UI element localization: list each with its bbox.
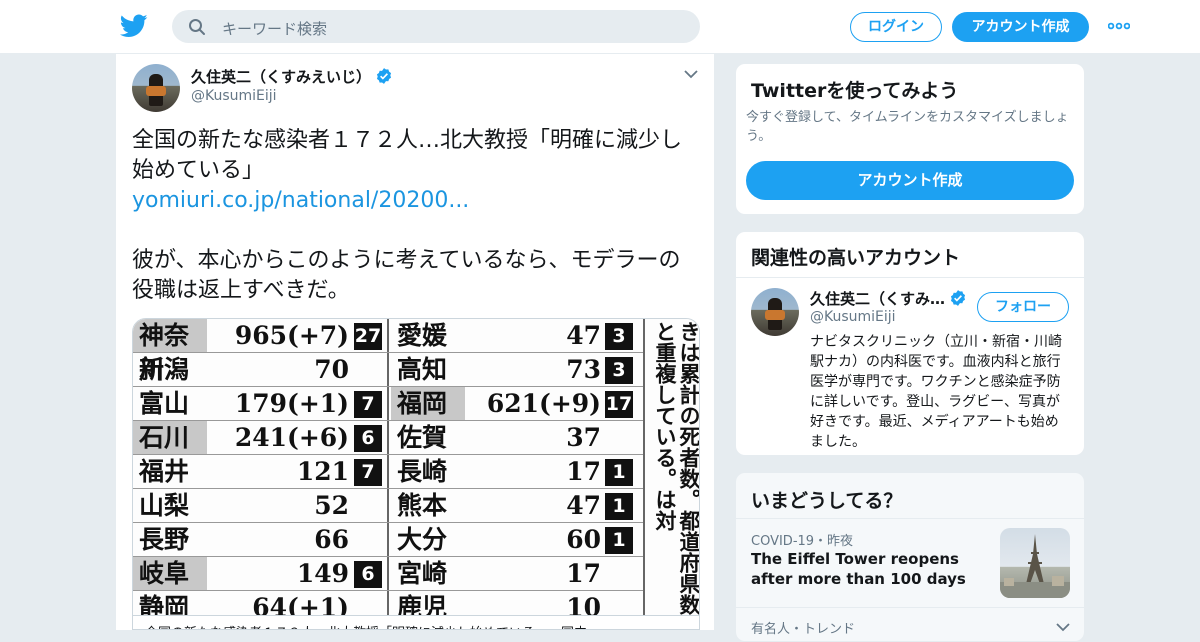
tweet-author[interactable]: 久住英二（くすみえいじ） bbox=[191, 66, 393, 87]
death-count-badge: 17 bbox=[605, 391, 633, 418]
prefecture-name: 岐阜 bbox=[133, 557, 207, 591]
prefecture-name: 神奈川 bbox=[133, 319, 207, 384]
prefecture-name: 福井 bbox=[139, 457, 190, 486]
tweet-line-2: 彼が、本心からこのように考えているなら、モデラーの役職は返上すべきだ。 bbox=[132, 248, 681, 303]
death-count-badge: 1 bbox=[605, 527, 633, 554]
tweet-media-card[interactable]: きは累計の死者数。都道府県数と重複している。は対 神奈川 965(+7) 27 愛媛 4… bbox=[132, 318, 700, 630]
trend-thumbnail[interactable] bbox=[1000, 528, 1070, 598]
case-count: 70 bbox=[314, 355, 349, 384]
verified-badge-icon bbox=[376, 68, 392, 84]
case-count: 37 bbox=[566, 423, 601, 452]
death-count-badge: 7 bbox=[354, 391, 382, 418]
tweet-link[interactable]: yomiuri.co.jp/national/20200... bbox=[132, 186, 702, 216]
death-count-badge: 3 bbox=[605, 323, 633, 350]
table-side-note: きは累計の死者数。都道府県数と重複している。は対 bbox=[653, 321, 700, 615]
search-placeholder: キーワード検索 bbox=[222, 20, 328, 38]
prefecture-name: 佐賀 bbox=[397, 423, 448, 452]
prefecture-name: 新潟 bbox=[139, 355, 190, 384]
table-row: 福井 121 7 長崎 17 1 bbox=[133, 455, 643, 489]
case-count: 60 bbox=[566, 525, 601, 554]
related-accounts-card: 関連性の高いアカウント 久住英二（くすみ… @KusumiEiji フォロー ナ… bbox=[735, 231, 1085, 456]
avatar[interactable] bbox=[132, 64, 180, 112]
prefecture-name: 長野 bbox=[139, 525, 190, 554]
case-count: 121 bbox=[296, 457, 349, 486]
tweet-author-name: 久住英二（くすみえいじ） bbox=[191, 68, 372, 86]
prefecture-name: 福岡 bbox=[391, 387, 465, 421]
death-count-badge: 1 bbox=[605, 493, 633, 520]
twitter-logo-icon[interactable] bbox=[120, 14, 148, 38]
tweet-line-1: 全国の新たな感染者１７２人…北大教授「明確に減少し始めている」 bbox=[132, 128, 683, 183]
signup-card: Twitterを使ってみよう 今すぐ登録して、タイムラインをカスタマイズしましょ… bbox=[735, 63, 1085, 215]
verified-badge-icon bbox=[950, 290, 966, 306]
avatar[interactable] bbox=[751, 288, 799, 336]
case-count: 52 bbox=[314, 491, 349, 520]
table-row: 石川 241(+6) 6 佐賀 37 bbox=[133, 421, 643, 455]
prefecture-name: 長崎 bbox=[397, 457, 448, 486]
divider bbox=[736, 277, 1084, 278]
table-row: 山梨 52 熊本 47 1 bbox=[133, 489, 643, 523]
table-row: 岐阜 149 6 宮崎 17 bbox=[133, 557, 643, 591]
search-input[interactable]: キーワード検索 bbox=[172, 10, 700, 43]
more-options-icon[interactable] bbox=[1108, 20, 1130, 32]
table-row: 富山 179(+1) 7 福岡 621(+9) 17 bbox=[133, 387, 643, 421]
prefecture-name: 宮崎 bbox=[397, 559, 448, 588]
chevron-down-icon[interactable] bbox=[684, 69, 698, 79]
prefecture-name: 愛媛 bbox=[397, 321, 448, 350]
case-count: 17 bbox=[566, 457, 601, 486]
table-row: 新潟 70 高知 73 3 bbox=[133, 353, 643, 387]
trend-meta: 有名人・トレンド bbox=[751, 622, 856, 637]
death-count-badge: 6 bbox=[354, 425, 382, 452]
case-count: 179(+1) bbox=[234, 389, 349, 418]
related-account-handle[interactable]: @KusumiEiji bbox=[810, 309, 896, 325]
chevron-down-icon[interactable] bbox=[1056, 622, 1070, 632]
signup-card-title: Twitterを使ってみよう bbox=[751, 80, 959, 102]
divider bbox=[736, 518, 1084, 519]
related-card-title: 関連性の高いアカウント bbox=[751, 247, 961, 269]
trends-card: いまどうしてる？ COVID-19・昨夜 The Eiffel Tower re… bbox=[735, 472, 1085, 642]
prefecture-name: 石川 bbox=[133, 421, 207, 455]
signup-card-subtitle: 今すぐ登録して、タイムラインをカスタマイズしましょう。 bbox=[746, 110, 1069, 144]
prefecture-name: 高知 bbox=[397, 355, 448, 384]
death-count-badge: 3 bbox=[605, 357, 633, 384]
tweet-author-handle[interactable]: @KusumiEiji bbox=[191, 88, 277, 104]
related-account-bio: ナビタスクリニック（立川・新宿・川崎駅ナカ）の内科医です。血液内科と旅行医学が専… bbox=[810, 334, 1062, 450]
related-account-name-text: 久住英二（くすみ… bbox=[810, 290, 946, 308]
case-count: 149 bbox=[296, 559, 349, 588]
follow-button[interactable]: フォロー bbox=[977, 292, 1069, 322]
death-count-badge: 1 bbox=[605, 459, 633, 486]
trend-title[interactable]: The Eiffel Tower reopens after more than… bbox=[751, 549, 996, 589]
search-icon bbox=[189, 19, 205, 35]
case-count: 73 bbox=[566, 355, 601, 384]
case-count: 47 bbox=[566, 321, 601, 350]
table-row: 神奈川 965(+7) 27 愛媛 47 3 bbox=[133, 319, 643, 384]
media-caption: 全国の新たな感染者１７２人…北大教授「明確に減少し始めている」 - 国内 bbox=[133, 615, 699, 629]
table-divider bbox=[643, 319, 645, 615]
tweet-card: 久住英二（くすみえいじ） @KusumiEiji 全国の新たな感染者１７２人…北… bbox=[115, 54, 715, 630]
eiffel-tower-icon bbox=[1000, 534, 1070, 598]
prefecture-name: 熊本 bbox=[397, 491, 448, 520]
top-bar: キーワード検索 ログイン アカウント作成 bbox=[0, 0, 1200, 54]
signup-card-button[interactable]: アカウント作成 bbox=[746, 161, 1074, 200]
divider bbox=[736, 607, 1084, 608]
related-account-name[interactable]: 久住英二（くすみ… bbox=[810, 288, 967, 309]
tweet-text: 全国の新たな感染者１７２人…北大教授「明確に減少し始めている」 yomiuri.… bbox=[132, 126, 702, 306]
death-count-badge: 27 bbox=[354, 323, 382, 350]
prefecture-name: 大分 bbox=[397, 525, 448, 554]
case-count: 621(+9) bbox=[486, 389, 601, 418]
login-button[interactable]: ログイン bbox=[850, 12, 942, 42]
table-row: 長野 66 大分 60 1 bbox=[133, 523, 643, 557]
case-count: 241(+6) bbox=[234, 423, 349, 452]
trend-meta: COVID-19・昨夜 bbox=[751, 534, 854, 549]
prefecture-name: 富山 bbox=[139, 389, 190, 418]
death-count-badge: 7 bbox=[354, 459, 382, 486]
case-count: 17 bbox=[566, 559, 601, 588]
prefecture-name: 山梨 bbox=[139, 491, 190, 520]
case-count: 66 bbox=[314, 525, 349, 554]
death-count-badge: 6 bbox=[354, 561, 382, 588]
case-count: 965(+7) bbox=[234, 321, 349, 350]
newspaper-table-image: きは累計の死者数。都道府県数と重複している。は対 神奈川 965(+7) 27 愛媛 4… bbox=[133, 319, 700, 629]
case-count: 47 bbox=[566, 491, 601, 520]
signup-button[interactable]: アカウント作成 bbox=[952, 12, 1089, 42]
trends-card-title: いまどうしてる？ bbox=[751, 490, 903, 512]
